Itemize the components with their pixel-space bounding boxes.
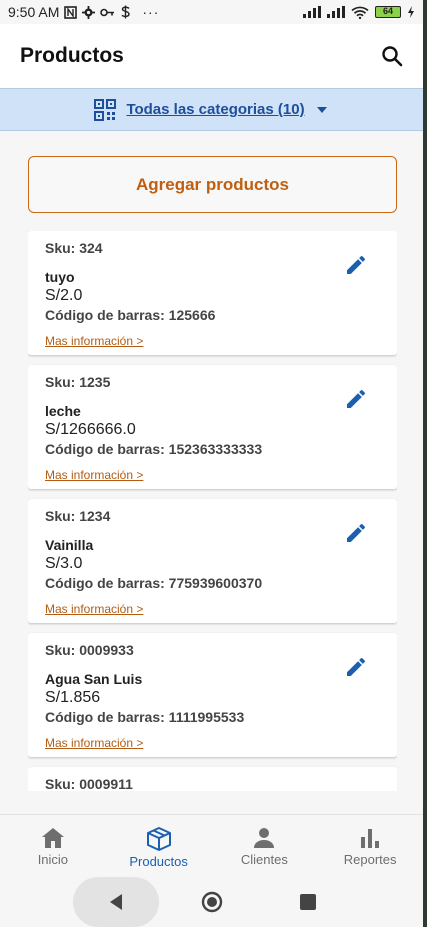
qr-code-icon <box>94 98 117 121</box>
product-card[interactable]: Sku: 1234 Vainilla S/3.0 Código de barra… <box>28 499 397 623</box>
product-barcode: Código de barras: 1111995533 <box>45 709 245 725</box>
product-card[interactable]: Sku: 0009933 Agua San Luis S/1.856 Códig… <box>28 633 397 757</box>
search-icon <box>382 46 403 67</box>
product-barcode: Código de barras: 152363333333 <box>45 441 263 457</box>
signal-icon <box>303 6 321 18</box>
edit-icon[interactable] <box>344 387 368 411</box>
status-bar: 9:50 AM ··· 64 <box>0 0 423 24</box>
nav-item-inicio[interactable]: Inicio <box>0 815 106 873</box>
status-time: 9:50 AM <box>8 4 60 20</box>
product-card[interactable]: Sku: 1235 leche S/1266666.0 Código de ba… <box>28 365 397 489</box>
nav-item-reportes[interactable]: Reportes <box>317 815 423 873</box>
person-icon <box>254 828 275 848</box>
product-sku: Sku: 324 <box>45 240 103 256</box>
edit-icon[interactable] <box>344 521 368 545</box>
home-icon <box>41 828 64 848</box>
product-sku: Sku: 0009911 <box>45 776 133 791</box>
dollar-icon <box>121 5 131 19</box>
bottom-navigation: Inicio Productos Clientes Reportes <box>0 814 423 873</box>
product-sku: Sku: 0009933 <box>45 642 134 658</box>
product-name: tuyo <box>45 269 75 285</box>
edit-icon[interactable] <box>344 655 368 679</box>
wifi-icon <box>351 6 369 19</box>
product-price: S/1266666.0 <box>45 421 136 438</box>
back-button[interactable] <box>73 877 159 927</box>
more-info-link[interactable]: Mas información > <box>45 468 143 482</box>
product-barcode: Código de barras: 125666 <box>45 307 216 323</box>
category-filter[interactable]: Todas las categorias (10) <box>0 88 423 131</box>
box-icon <box>146 827 171 851</box>
recents-icon[interactable] <box>298 892 318 912</box>
product-price: S/3.0 <box>45 555 83 572</box>
more-info-link[interactable]: Mas información > <box>45 334 143 348</box>
nav-label: Clientes <box>240 852 288 867</box>
battery-icon: 64 <box>375 6 401 18</box>
chevron-down-icon[interactable] <box>315 105 329 115</box>
home-circle-icon[interactable] <box>200 890 224 914</box>
more-info-link[interactable]: Mas información > <box>45 602 143 616</box>
nav-item-productos[interactable]: Productos <box>106 815 212 873</box>
system-navigation <box>0 873 423 927</box>
bar-chart-icon <box>361 829 380 848</box>
window-edge <box>423 0 427 927</box>
gear-icon <box>82 5 96 19</box>
product-sku: Sku: 1234 <box>45 508 111 524</box>
product-list[interactable]: Sku: 324 tuyo S/2.0 Código de barras: 12… <box>28 231 397 791</box>
edit-icon[interactable] <box>344 253 368 277</box>
nav-label: Productos <box>129 854 188 869</box>
page-title: Productos <box>20 44 124 67</box>
product-card[interactable]: Sku: 324 tuyo S/2.0 Código de barras: 12… <box>28 231 397 355</box>
signal-icon <box>327 6 345 18</box>
category-filter-label[interactable]: Todas las categorias (10) <box>126 101 304 118</box>
product-barcode: Código de barras: 775939600370 <box>45 575 263 591</box>
charging-icon <box>408 6 414 18</box>
product-name: Agua San Luis <box>45 671 143 687</box>
nav-label: Reportes <box>343 852 397 867</box>
phone-screen: 9:50 AM ··· 64 Productos Todas las categ… <box>0 0 423 927</box>
product-card[interactable]: Sku: 0009911 <box>28 767 397 791</box>
product-name: Vainilla <box>45 537 94 553</box>
product-price: S/1.856 <box>45 689 101 706</box>
product-name: leche <box>45 403 81 419</box>
key-icon <box>100 8 115 16</box>
notification-n-icon <box>64 5 78 19</box>
search-button[interactable] <box>379 43 405 69</box>
back-icon <box>110 894 122 910</box>
add-products-button[interactable]: Agregar productos <box>28 156 397 213</box>
app-bar: Productos <box>0 24 423 88</box>
nav-item-clientes[interactable]: Clientes <box>212 815 318 873</box>
more-dots-icon: ··· <box>142 4 160 20</box>
product-price: S/2.0 <box>45 287 83 304</box>
nav-label: Inicio <box>37 852 69 867</box>
more-info-link[interactable]: Mas información > <box>45 736 143 750</box>
product-sku: Sku: 1235 <box>45 374 111 390</box>
